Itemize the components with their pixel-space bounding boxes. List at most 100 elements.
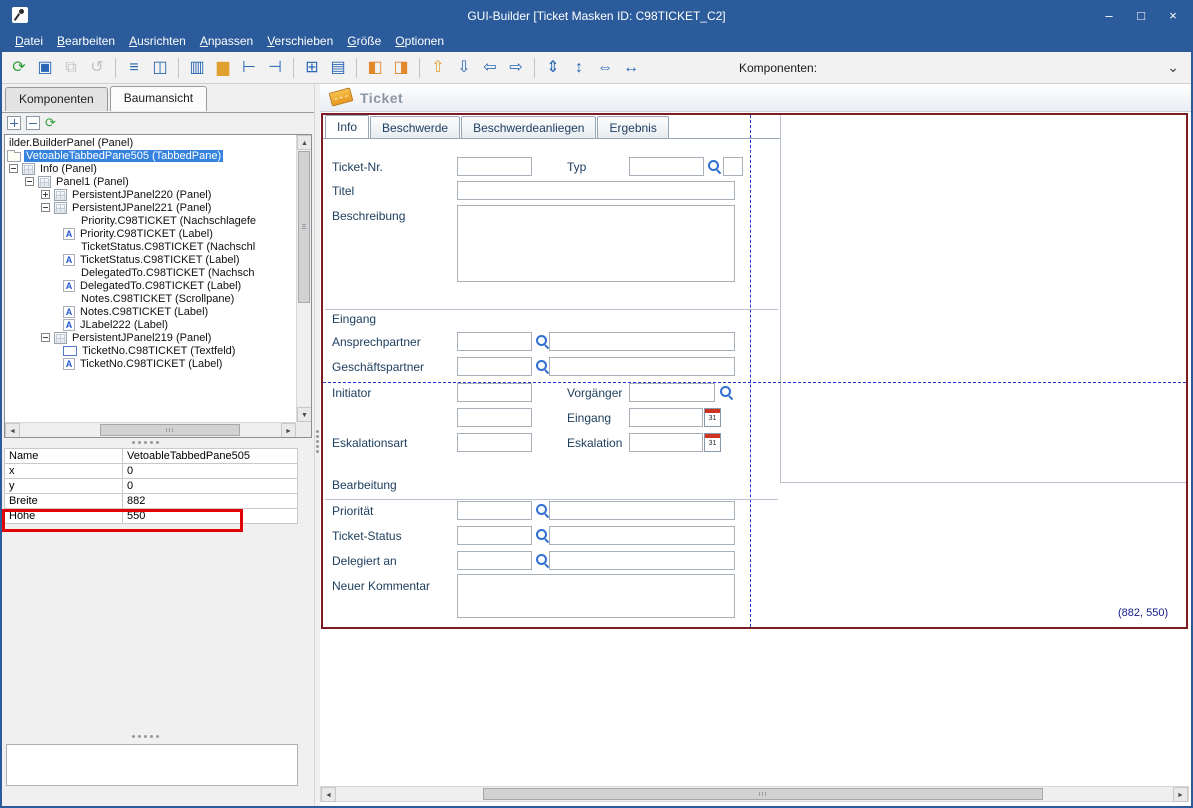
- scroll-left-icon[interactable]: ◄: [321, 787, 336, 802]
- initiator-input[interactable]: [457, 383, 532, 402]
- typ-lookup-icon[interactable]: [707, 159, 721, 173]
- typ-input[interactable]: [629, 157, 704, 176]
- tree-vscroll-thumb[interactable]: [298, 151, 310, 303]
- menu-verschieben[interactable]: Verschieben: [260, 32, 340, 50]
- menu-groesse[interactable]: Größe: [340, 32, 388, 50]
- eingang-date-input[interactable]: [629, 408, 703, 427]
- resize-height-2-icon[interactable]: ↕: [567, 56, 591, 80]
- expand-icon[interactable]: [41, 190, 50, 199]
- scroll-right-icon[interactable]: ►: [281, 423, 296, 438]
- tree-item[interactable]: TicketStatus.C98TICKET (Nachschl: [5, 240, 296, 253]
- resize-height-icon[interactable]: ⇕: [541, 56, 565, 80]
- menu-anpassen[interactable]: Anpassen: [193, 32, 260, 50]
- menu-ausrichten[interactable]: Ausrichten: [122, 32, 193, 50]
- expand-all-icon[interactable]: [7, 116, 21, 130]
- neuer-kommentar-textarea[interactable]: [457, 574, 735, 618]
- ticket-nr-input[interactable]: [457, 157, 532, 176]
- layout-grid-icon[interactable]: ⊞: [300, 56, 324, 80]
- tree-item[interactable]: PersistentJPanel219 (Panel): [5, 331, 296, 344]
- find-component-icon[interactable]: ◫: [148, 56, 172, 80]
- collapse-icon[interactable]: [9, 164, 18, 173]
- splitter-handle[interactable]: [132, 735, 135, 738]
- tree-item[interactable]: VetoableTabbedPane505 (TabbedPane): [5, 149, 296, 162]
- titlebar[interactable]: GUI-Builder [Ticket Masken ID: C98TICKET…: [2, 2, 1191, 30]
- tab-baumansicht[interactable]: Baumansicht: [110, 86, 207, 111]
- tab-ergebnis[interactable]: Ergebnis: [597, 116, 668, 138]
- tree-item[interactable]: ADelegatedTo.C98TICKET (Label): [5, 279, 296, 292]
- ansprechpartner-lookup-icon[interactable]: [535, 334, 549, 348]
- property-value[interactable]: 0: [123, 464, 298, 479]
- geschaeftspartner-lookup-icon[interactable]: [535, 359, 549, 373]
- close-button[interactable]: ×: [1163, 7, 1183, 25]
- eingangsart-input[interactable]: [457, 408, 532, 427]
- resize-width-2-icon[interactable]: ↔: [619, 56, 643, 80]
- tab-komponenten[interactable]: Komponenten: [5, 87, 108, 111]
- move-right-icon[interactable]: ⇨: [504, 56, 528, 80]
- splitter-grip[interactable]: [316, 430, 319, 433]
- tree-item[interactable]: Info (Panel): [5, 162, 296, 175]
- eskalation-date-input[interactable]: [629, 433, 703, 452]
- align-right-edges-icon[interactable]: ⊣: [263, 56, 287, 80]
- tab-info[interactable]: Info: [325, 115, 369, 138]
- designer-hscroll-thumb[interactable]: [483, 788, 1043, 800]
- tree-item[interactable]: Panel1 (Panel): [5, 175, 296, 188]
- ticket-status-text-input[interactable]: [549, 526, 735, 545]
- tree-item[interactable]: APriority.C98TICKET (Label): [5, 227, 296, 240]
- copy-icon[interactable]: ⧉: [59, 56, 83, 80]
- eingang-calendar-button[interactable]: 31: [704, 408, 721, 427]
- eskalation-calendar-button[interactable]: 31: [704, 433, 721, 452]
- collapse-icon[interactable]: [25, 177, 34, 186]
- tree-horizontal-scrollbar[interactable]: ◄ ►: [5, 422, 296, 437]
- tree-hscroll-thumb[interactable]: [100, 424, 240, 436]
- menu-optionen[interactable]: Optionen: [388, 32, 451, 50]
- collapse-icon[interactable]: [41, 203, 50, 212]
- tab-order-icon[interactable]: ≡: [122, 56, 146, 80]
- scroll-down-icon[interactable]: ▼: [297, 407, 312, 422]
- beschreibung-textarea[interactable]: [457, 205, 735, 282]
- tab-beschwerde[interactable]: Beschwerde: [370, 116, 460, 138]
- tree-vertical-scrollbar[interactable]: ▲ ▼: [296, 135, 311, 422]
- tree-item[interactable]: DelegatedTo.C98TICKET (Nachsch: [5, 266, 296, 279]
- property-value[interactable]: VetoableTabbedPane505: [123, 449, 298, 464]
- delegiert-an-input[interactable]: [457, 551, 532, 570]
- minimize-button[interactable]: –: [1099, 7, 1119, 25]
- tab-beschwerdeanliegen[interactable]: Beschwerdeanliegen: [461, 116, 596, 138]
- split-right-icon[interactable]: ◨: [389, 56, 413, 80]
- save-icon[interactable]: ▣: [33, 56, 57, 80]
- tree-item[interactable]: ATicketNo.C98TICKET (Label): [5, 357, 296, 370]
- property-value[interactable]: 882: [123, 494, 298, 509]
- columns-icon[interactable]: ▥: [185, 56, 209, 80]
- move-down-icon[interactable]: ⇩: [452, 56, 476, 80]
- ticket-status-lookup-icon[interactable]: [535, 528, 549, 542]
- menu-datei[interactable]: Datei: [8, 32, 50, 50]
- components-dropdown-icon[interactable]: ⌄: [1167, 59, 1179, 76]
- tree-refresh-icon[interactable]: ⟳: [45, 116, 56, 130]
- prioritaet-text-input[interactable]: [549, 501, 735, 520]
- collapse-all-icon[interactable]: [26, 116, 40, 130]
- menu-bearbeiten[interactable]: Bearbeiten: [50, 32, 122, 50]
- ticket-status-input[interactable]: [457, 526, 532, 545]
- vorgaenger-input[interactable]: [629, 383, 715, 402]
- geschaeftspartner-text-input[interactable]: [549, 357, 735, 376]
- property-value[interactable]: 0: [123, 479, 298, 494]
- tree-item[interactable]: PersistentJPanel220 (Panel): [5, 188, 296, 201]
- geschaeftspartner-input[interactable]: [457, 357, 532, 376]
- scroll-right-icon[interactable]: ►: [1173, 787, 1188, 802]
- refresh-icon[interactable]: ⟳: [7, 56, 31, 80]
- tree-item[interactable]: ilder.BuilderPanel (Panel): [5, 136, 296, 149]
- tree-item[interactable]: AJLabel222 (Label): [5, 318, 296, 331]
- tree-item[interactable]: Notes.C98TICKET (Scrollpane): [5, 292, 296, 305]
- splitter-handle[interactable]: [132, 441, 135, 444]
- collapse-icon[interactable]: [41, 333, 50, 342]
- tree-item[interactable]: PersistentJPanel221 (Panel): [5, 201, 296, 214]
- tree-item[interactable]: ANotes.C98TICKET (Label): [5, 305, 296, 318]
- tree-item[interactable]: ATicketStatus.C98TICKET (Label): [5, 253, 296, 266]
- split-left-icon[interactable]: ◧: [363, 56, 387, 80]
- design-canvas[interactable]: Info Beschwerde Beschwerdeanliegen Ergeb…: [321, 113, 1188, 629]
- scroll-left-icon[interactable]: ◄: [5, 423, 20, 438]
- delegiert-an-text-input[interactable]: [549, 551, 735, 570]
- move-left-icon[interactable]: ⇦: [478, 56, 502, 80]
- delegiert-an-lookup-icon[interactable]: [535, 553, 549, 567]
- tree-item[interactable]: TicketNo.C98TICKET (Textfeld): [5, 344, 296, 357]
- vorgaenger-lookup-icon[interactable]: [719, 385, 733, 399]
